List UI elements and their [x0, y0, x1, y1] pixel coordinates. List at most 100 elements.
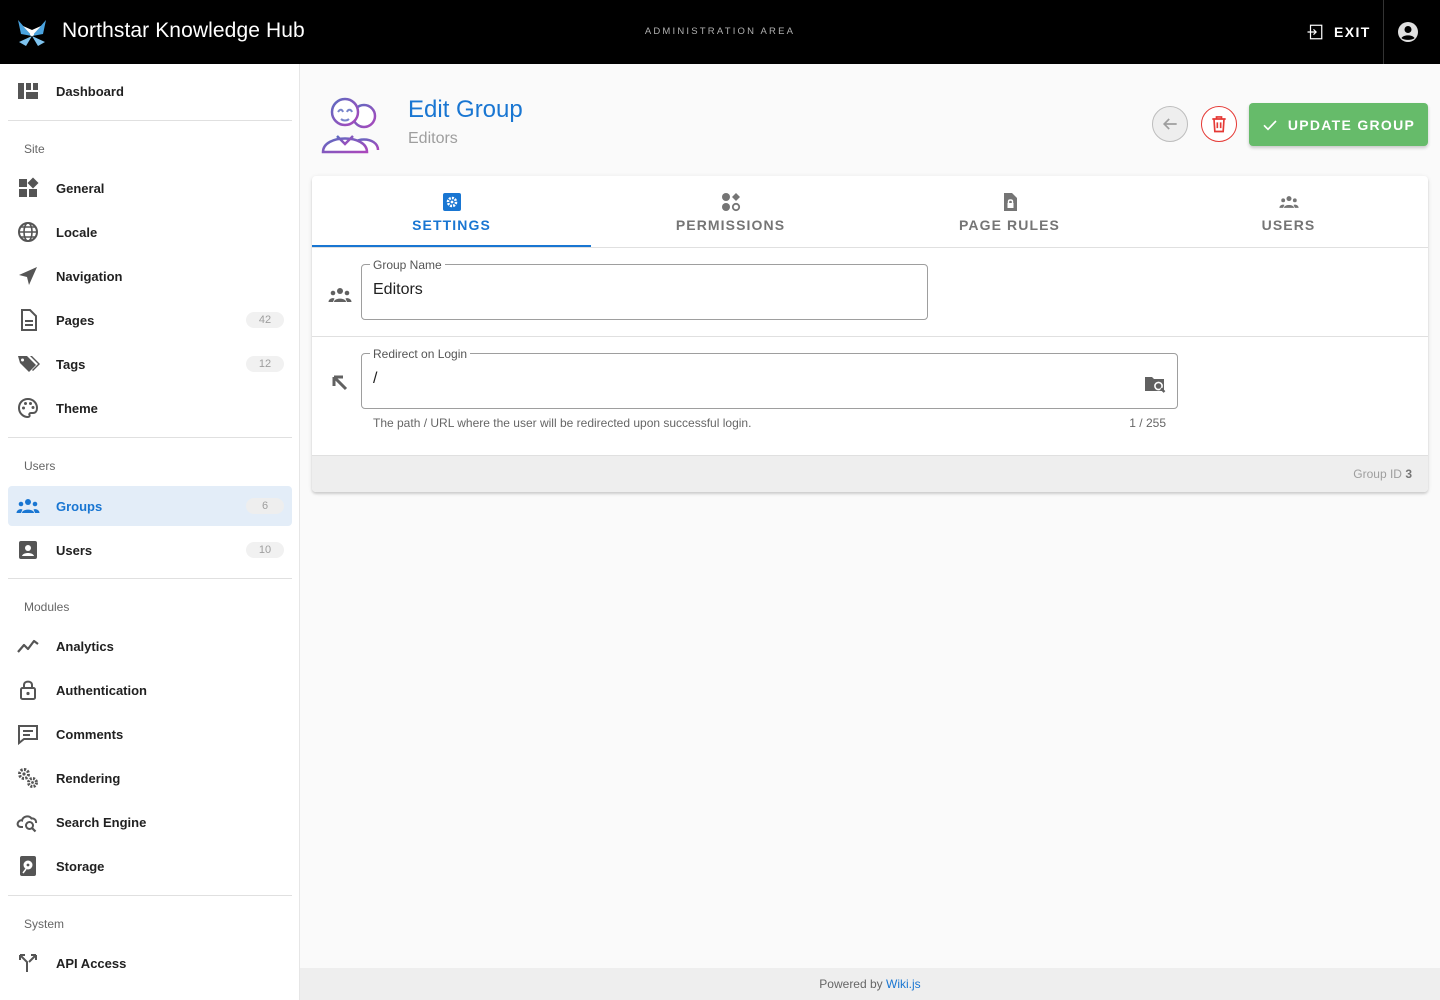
account-group-icon: [328, 288, 352, 302]
users-icon: [1278, 196, 1299, 208]
sidebar-item-tags[interactable]: Tags 12: [8, 344, 292, 384]
widgets-icon: [19, 177, 39, 197]
card-footer: Group ID 3: [312, 455, 1428, 492]
sidebar-item-locale[interactable]: Locale: [8, 212, 292, 252]
exit-button[interactable]: EXIT: [1296, 16, 1376, 48]
redirect-char-counter: 1 / 255: [1129, 416, 1166, 430]
sidebar-item-label: Users: [56, 542, 93, 558]
settings-box-icon: [442, 193, 461, 211]
tab-bar: SETTINGS PERMISSIONS PAGE RULES USERS: [312, 176, 1428, 248]
groups-count-badge: 6: [246, 498, 284, 514]
tab-page-rules[interactable]: PAGE RULES: [870, 176, 1149, 247]
sidebar-divider: [8, 120, 292, 121]
permissions-icon: [721, 193, 740, 212]
sidebar-section-modules: Modules: [24, 600, 70, 614]
update-group-label: UPDATE GROUP: [1287, 116, 1416, 133]
admin-sidebar: Dashboard Site General Locale Navigation…: [0, 64, 300, 1000]
page-title: Edit Group: [408, 96, 523, 123]
site-title: Northstar Knowledge Hub: [62, 19, 305, 42]
tab-users[interactable]: USERS: [1149, 176, 1428, 247]
sidebar-item-label: Theme: [56, 400, 98, 416]
group-id-label: Group ID: [1353, 467, 1402, 481]
exit-to-app-icon: [1307, 24, 1323, 40]
sidebar-section-users: Users: [24, 459, 56, 473]
globe-icon: [18, 222, 38, 242]
sidebar-item-analytics[interactable]: Analytics: [8, 626, 292, 666]
wiki-logo-icon: [18, 20, 46, 46]
sidebar-item-general[interactable]: General: [8, 168, 292, 208]
users-count-badge: 10: [246, 542, 284, 558]
palette-icon: [17, 397, 39, 419]
trash-icon: [1212, 116, 1226, 133]
tags-icon: [18, 356, 40, 372]
sidebar-item-label: Navigation: [56, 268, 123, 284]
sidebar-item-dashboard[interactable]: Dashboard: [8, 71, 292, 111]
sidebar-item-api-access[interactable]: API Access: [8, 943, 292, 983]
redirect-on-login-input[interactable]: [373, 370, 1107, 388]
arrow-top-left-icon: [332, 375, 348, 391]
sidebar-item-rendering[interactable]: Rendering: [8, 758, 292, 798]
exit-label: EXIT: [1334, 24, 1371, 40]
cogs-icon: [18, 768, 38, 788]
cloud-search-icon: [16, 815, 38, 833]
account-box-icon: [19, 541, 37, 559]
lock-icon: [20, 680, 36, 700]
powered-by-text: Powered by: [819, 977, 883, 991]
back-button[interactable]: [1152, 106, 1188, 142]
tab-label: PERMISSIONS: [675, 217, 786, 233]
sidebar-item-label: Search Engine: [56, 814, 147, 830]
sidebar-item-authentication[interactable]: Authentication: [8, 670, 292, 710]
row-divider: [312, 336, 1428, 337]
tab-permissions[interactable]: PERMISSIONS: [591, 176, 870, 247]
group-id-value: 3: [1405, 467, 1412, 481]
sidebar-item-comments[interactable]: Comments: [8, 714, 292, 754]
users-group-icon: [321, 97, 380, 154]
navigation-arrow-icon: [19, 267, 37, 285]
sidebar-divider: [8, 895, 292, 896]
sidebar-item-navigation[interactable]: Navigation: [8, 256, 292, 296]
page-subtitle: Editors: [408, 130, 458, 147]
group-name-input[interactable]: [373, 281, 882, 299]
arrow-left-icon: [1162, 118, 1177, 130]
active-tab-indicator: [312, 245, 591, 247]
view-dashboard-icon: [18, 83, 38, 99]
file-lock-icon: [1003, 193, 1017, 211]
api-icon: [19, 954, 37, 972]
folder-search-icon[interactable]: [1143, 372, 1167, 396]
sidebar-item-search-engine[interactable]: Search Engine: [8, 802, 292, 842]
sidebar-item-storage[interactable]: Storage: [8, 846, 292, 886]
comment-icon: [18, 725, 38, 746]
delete-group-button[interactable]: [1201, 106, 1237, 142]
update-group-button[interactable]: UPDATE GROUP: [1249, 103, 1428, 146]
page-icon: [21, 309, 37, 331]
sidebar-item-label: Comments: [56, 726, 124, 742]
sidebar-section-site: Site: [24, 142, 45, 156]
sidebar-divider: [8, 578, 292, 579]
administration-area-label: ADMINISTRATION AREA: [644, 26, 796, 37]
redirect-on-login-label: Redirect on Login: [370, 347, 471, 361]
sidebar-item-label: Tags: [56, 356, 86, 372]
sidebar-item-groups[interactable]: Groups 6: [8, 486, 292, 526]
sidebar-item-label: General: [56, 180, 105, 196]
sidebar-item-pages[interactable]: Pages 42: [8, 300, 292, 340]
harddisk-icon: [20, 856, 36, 876]
group-name-field[interactable]: Group Name: [361, 258, 928, 320]
redirect-on-login-field[interactable]: Redirect on Login: [361, 347, 1178, 409]
tags-count-badge: 12: [246, 356, 284, 372]
tab-settings[interactable]: SETTINGS: [312, 176, 591, 247]
sidebar-item-label: Pages: [56, 312, 95, 328]
groups-icon: [16, 499, 40, 513]
sidebar-item-label: Locale: [56, 224, 98, 240]
sidebar-item-theme[interactable]: Theme: [8, 388, 292, 428]
wikijs-link[interactable]: Wiki.js: [886, 977, 921, 991]
sidebar-item-label: Analytics: [56, 638, 114, 654]
sidebar-item-users[interactable]: Users 10: [8, 530, 292, 570]
tab-label: SETTINGS: [412, 217, 491, 233]
toolbar-divider: [1383, 0, 1384, 64]
group-id-display: Group ID 3: [1353, 467, 1412, 481]
page-footer: Powered by Wiki.js: [300, 968, 1440, 1000]
sidebar-item-label: Authentication: [56, 682, 147, 698]
account-circle-icon[interactable]: [1396, 20, 1420, 44]
tab-label: USERS: [1261, 217, 1316, 233]
check-icon: [1263, 119, 1277, 131]
